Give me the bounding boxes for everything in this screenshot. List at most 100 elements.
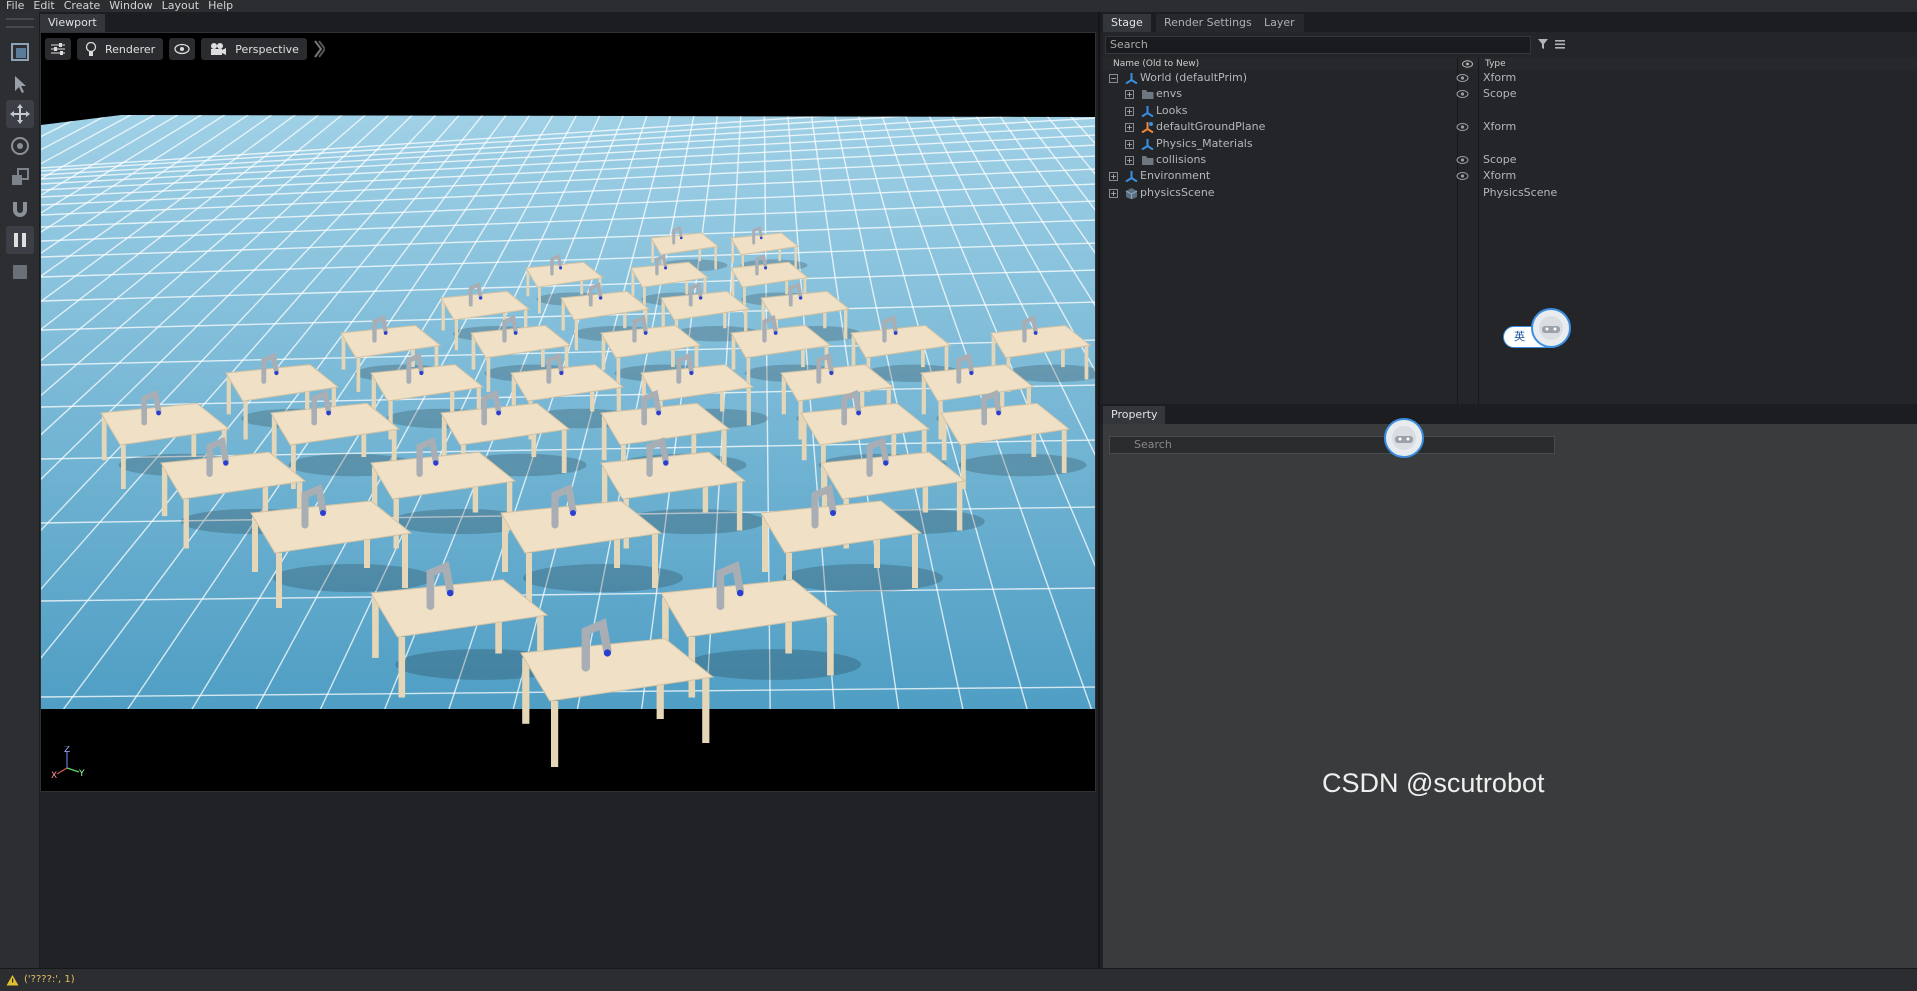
renderer-button[interactable]: Renderer xyxy=(77,38,164,60)
scale-tool[interactable] xyxy=(6,163,34,191)
status-bar: ('????:', 1) xyxy=(0,968,1917,991)
camera-label: Perspective xyxy=(235,42,299,56)
axis-x-label: X xyxy=(51,771,57,781)
stage-search-input[interactable]: Search xyxy=(1105,36,1531,54)
robot-face-icon xyxy=(1392,426,1416,450)
frame-selection-tool[interactable] xyxy=(6,38,34,66)
tree-row-looks[interactable]: + Looks xyxy=(1103,103,1917,119)
menu-create[interactable]: Create xyxy=(64,0,101,11)
ground-plane-icon xyxy=(1141,122,1154,134)
menu-bar: File Edit Create Window Layout Help xyxy=(0,0,1917,12)
tree-row-collisions[interactable]: + collisions Scope xyxy=(1103,152,1917,168)
prim-type: Xform xyxy=(1483,169,1517,183)
xform-icon xyxy=(1141,105,1154,117)
eye-icon xyxy=(174,43,190,55)
tree-row-environment[interactable]: + Environment Xform xyxy=(1103,168,1917,184)
prim-name: envs xyxy=(1156,87,1182,101)
stage-column-header: Name (Old to New) Type xyxy=(1103,58,1917,70)
visibility-eye-icon[interactable] xyxy=(1456,122,1469,132)
prim-name: Physics_Materials xyxy=(1156,136,1253,150)
prim-name: collisions xyxy=(1156,152,1207,166)
sliders-icon xyxy=(51,43,65,55)
tree-row-default-ground-plane[interactable]: + defaultGroundPlane Xform xyxy=(1103,119,1917,135)
tab-viewport[interactable]: Viewport xyxy=(40,14,105,32)
property-tabbar: Property xyxy=(1100,404,1917,424)
move-icon xyxy=(10,104,30,124)
tree-row-world[interactable]: − World (defaultPrim) Xform xyxy=(1103,70,1917,86)
scale-icon xyxy=(12,168,29,185)
tab-property[interactable]: Property xyxy=(1103,406,1165,424)
stage-panel: Search Name (Old to New) Type − World (d… xyxy=(1103,32,1917,410)
expand-toggle[interactable]: + xyxy=(1125,155,1134,165)
prim-type: PhysicsScene xyxy=(1483,185,1558,199)
visibility-eye-icon[interactable] xyxy=(1456,171,1469,181)
xform-icon xyxy=(1125,73,1138,84)
right-panel: Stage Render Settings Layer Search Name … xyxy=(1098,12,1917,980)
magnet-icon xyxy=(13,202,27,217)
viewport[interactable]: Renderer Perspective Z X Y xyxy=(40,32,1096,792)
prim-name: Environment xyxy=(1140,169,1211,183)
property-search-input[interactable]: Search xyxy=(1109,436,1555,454)
stop-button[interactable] xyxy=(6,258,34,286)
filter-icon[interactable] xyxy=(1537,38,1549,50)
camera-button[interactable]: Perspective xyxy=(201,38,307,60)
menu-edit[interactable]: Edit xyxy=(33,0,54,11)
menu-file[interactable]: File xyxy=(6,0,24,11)
watermark: CSDN @scutrobot xyxy=(1322,768,1545,798)
tree-row-envs[interactable]: + envs Scope xyxy=(1103,86,1917,102)
pause-button[interactable] xyxy=(6,226,34,254)
robot-face-icon xyxy=(1539,316,1563,340)
prim-name: physicsScene xyxy=(1140,185,1215,199)
tab-layer[interactable]: Layer xyxy=(1256,14,1304,32)
scene-render xyxy=(41,33,1095,791)
xform-icon xyxy=(1141,138,1154,150)
tab-render-settings[interactable]: Render Settings xyxy=(1156,14,1260,32)
select-tool[interactable] xyxy=(6,70,34,98)
visibility-eye-icon[interactable] xyxy=(1456,89,1469,99)
renderer-label: Renderer xyxy=(105,42,156,56)
status-message: ('????:', 1) xyxy=(24,974,75,985)
hamburger-menu-icon[interactable] xyxy=(1554,38,1566,50)
prim-name: defaultGroundPlane xyxy=(1156,120,1266,134)
menu-layout[interactable]: Layout xyxy=(162,0,199,11)
menu-window[interactable]: Window xyxy=(109,0,152,11)
expand-toggle[interactable]: + xyxy=(1109,188,1118,198)
expand-toggle[interactable]: + xyxy=(1125,123,1134,133)
rotate-tool[interactable] xyxy=(6,132,34,160)
visibility-button[interactable] xyxy=(169,38,196,60)
frame-icon xyxy=(11,43,29,61)
visibility-eye-icon[interactable] xyxy=(1456,73,1469,83)
axis-y-label: Y xyxy=(78,769,85,779)
axis-gizmo: Z X Y xyxy=(51,746,85,781)
expand-toggle[interactable]: + xyxy=(1125,90,1134,100)
viewport-settings-button[interactable] xyxy=(45,38,71,60)
toolbar-grip[interactable] xyxy=(6,18,34,28)
property-panel: Search xyxy=(1103,424,1917,980)
axis-z-label: Z xyxy=(64,746,70,755)
move-tool[interactable] xyxy=(6,100,34,128)
chevron-right-icon[interactable] xyxy=(313,39,325,59)
rotate-icon xyxy=(11,137,29,155)
expand-toggle[interactable]: + xyxy=(1109,172,1118,182)
prim-type: Scope xyxy=(1483,87,1517,101)
snap-tool[interactable] xyxy=(6,195,34,223)
expand-toggle[interactable]: + xyxy=(1125,106,1134,116)
column-name-header[interactable]: Name (Old to New) xyxy=(1113,59,1199,69)
visibility-column-eye-icon xyxy=(1462,60,1473,68)
prim-name: World (defaultPrim) xyxy=(1140,71,1248,84)
camera-icon xyxy=(211,43,227,55)
tab-stage[interactable]: Stage xyxy=(1103,14,1151,32)
assistant-avatar[interactable] xyxy=(1384,418,1424,458)
tree-row-physics-scene[interactable]: + physicsScene PhysicsScene xyxy=(1103,185,1917,201)
expand-toggle[interactable]: + xyxy=(1125,139,1134,149)
menu-help[interactable]: Help xyxy=(208,0,233,11)
visibility-eye-icon[interactable] xyxy=(1456,155,1469,165)
column-type-header[interactable]: Type xyxy=(1485,59,1506,69)
warning-icon xyxy=(6,975,19,986)
physics-scene-icon xyxy=(1125,187,1138,199)
tree-row-physics-materials[interactable]: + Physics_Materials xyxy=(1103,136,1917,152)
collapse-toggle[interactable]: − xyxy=(1109,74,1118,83)
pause-icon xyxy=(14,233,26,247)
viewport-toolbar: Renderer Perspective xyxy=(45,37,325,61)
assistant-avatar[interactable] xyxy=(1531,308,1571,348)
